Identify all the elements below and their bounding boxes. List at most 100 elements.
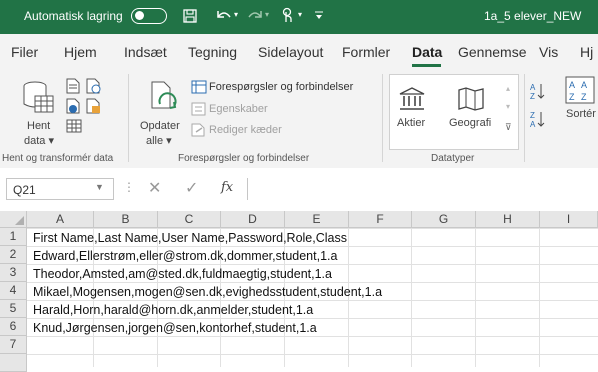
toggle-knob [135, 11, 144, 20]
cancel-entry-icon[interactable]: ✕ [148, 178, 161, 198]
column-header-a[interactable]: A [27, 211, 94, 228]
redo-icon [248, 11, 262, 18]
select-all-triangle-icon [15, 216, 24, 225]
chevron-down-icon[interactable]: ▼ [95, 182, 104, 192]
confirm-entry-icon[interactable]: ✓ [185, 178, 198, 198]
tab-draw[interactable]: Tegning [188, 44, 237, 60]
autosave-toggle[interactable] [131, 8, 167, 24]
from-table-icon[interactable] [66, 118, 82, 134]
row-header-6[interactable]: 6 [0, 318, 27, 336]
refresh-label1: Opdater [140, 120, 180, 132]
column-header-c[interactable]: C [158, 211, 221, 228]
tab-data[interactable]: Data [412, 44, 442, 60]
row-header-1[interactable]: 1 [0, 228, 27, 246]
from-text-icon[interactable] [66, 78, 80, 94]
tab-review[interactable]: Gennemse [458, 44, 526, 60]
svg-text:A: A [569, 80, 575, 90]
tab-help[interactable]: Hj [580, 44, 593, 60]
row-header-7[interactable]: 7 [0, 336, 27, 354]
sort-button[interactable]: Sortér [566, 108, 596, 120]
svg-text:Z: Z [530, 92, 535, 100]
insert-function-button[interactable]: fx [221, 180, 233, 195]
svg-text:A: A [581, 80, 587, 90]
svg-text:A: A [530, 83, 536, 92]
queries-connections-button[interactable]: Forespørgsler og forbindelser [209, 81, 353, 93]
autosave-label: Automatisk lagring [24, 9, 123, 23]
svg-text:A: A [530, 120, 536, 128]
sort-za-icon[interactable]: Z A [530, 110, 546, 128]
stocks-label: Aktier [397, 117, 426, 129]
svg-text:Z: Z [581, 92, 587, 102]
select-all-button[interactable] [0, 211, 27, 228]
cell-a6[interactable]: Knud,Jørgensen,jorgen@sen,kontorhef,stud… [33, 319, 317, 337]
tab-insert[interactable]: Indsæt [124, 44, 167, 60]
map-icon [458, 87, 484, 111]
formula-input[interactable] [247, 178, 598, 200]
column-header-h[interactable]: H [476, 211, 540, 228]
gallery-down-icon[interactable]: ▾ [506, 102, 510, 111]
edit-links-icon [191, 123, 205, 137]
ribbon-tabs: Filer Hjem Indsæt Tegning Sidelayout For… [0, 34, 598, 68]
row-header-3[interactable]: 3 [0, 264, 27, 282]
refresh-icon [151, 81, 177, 109]
column-header-b[interactable]: B [94, 211, 158, 228]
gridline [411, 228, 412, 367]
active-tab-indicator [412, 64, 441, 67]
customize-qat-icon[interactable] [315, 11, 323, 21]
column-header-g[interactable]: G [412, 211, 476, 228]
tab-page-layout[interactable]: Sidelayout [258, 44, 323, 60]
worksheet-grid[interactable]: A B C D E F G H I 1 2 3 4 5 6 7 First Na… [0, 211, 598, 372]
column-header-i[interactable]: I [540, 211, 598, 228]
cell-a4[interactable]: Mikael,Mogensen,mogen@sen.dk,evighedsstu… [33, 283, 382, 301]
tab-formulas[interactable]: Formler [342, 44, 390, 60]
svg-text:Z: Z [569, 92, 575, 102]
column-header-e[interactable]: E [285, 211, 349, 228]
row-header-8[interactable] [0, 354, 27, 372]
touch-dropdown-icon[interactable]: ▾ [298, 10, 302, 19]
bank-building-icon [399, 87, 425, 110]
column-header-d[interactable]: D [221, 211, 285, 228]
name-box-value: Q21 [13, 183, 36, 197]
tab-home[interactable]: Hjem [64, 44, 97, 60]
geography-label: Geografi [449, 117, 492, 129]
row-header-2[interactable]: 2 [0, 246, 27, 264]
sort-az-icon[interactable]: A Z [530, 82, 546, 100]
gallery-more-icon[interactable]: ⊽ [505, 122, 512, 133]
undo-icon[interactable] [214, 7, 232, 25]
properties-button[interactable]: Egenskaber [209, 103, 268, 115]
cell-a1[interactable]: First Name,Last Name,User Name,Password,… [33, 229, 347, 247]
group-label-get-transform: Hent og transformér data [2, 153, 114, 164]
redo-dropdown-icon: ▾ [265, 10, 270, 19]
name-box[interactable]: Q21 ▼ [6, 178, 114, 200]
cell-a2[interactable]: Edward,Ellerstrøm,eller@strom.dk,dommer,… [33, 247, 337, 265]
cell-a5[interactable]: Harald,Horn,harald@horn.dk,anmelder,stud… [33, 301, 313, 319]
from-web-icon[interactable] [66, 98, 82, 114]
properties-icon [191, 102, 206, 116]
queries-connections-icon [191, 80, 207, 94]
gridline [475, 228, 476, 367]
title-bar: Automatisk lagring ▾ ▾ ▾ 1a_5 elever_NEW [0, 0, 598, 34]
edit-links-button[interactable]: Rediger kæder [209, 124, 282, 136]
recent-sources-icon[interactable] [86, 78, 102, 94]
gallery-up-icon[interactable]: ▴ [506, 84, 510, 93]
sort-dialog-icon[interactable]: A A Z Z [565, 76, 595, 104]
row-header-4[interactable]: 4 [0, 282, 27, 300]
column-header-f[interactable]: F [349, 211, 412, 228]
save-icon[interactable] [183, 9, 197, 23]
document-title: 1a_5 elever_NEW [484, 9, 582, 23]
refresh-label2: alle ▾ [146, 135, 172, 147]
formula-bar: Q21 ▼ ⋮ ✕ ✓ fx [0, 168, 598, 208]
row-header-5[interactable]: 5 [0, 300, 27, 318]
tab-file[interactable]: Filer [11, 44, 38, 60]
get-data-label1: Hent [27, 120, 51, 132]
svg-text:Z: Z [530, 111, 535, 120]
undo-dropdown-icon[interactable]: ▾ [234, 10, 238, 19]
touch-mode-icon[interactable] [279, 7, 295, 25]
existing-connections-icon[interactable] [86, 98, 102, 114]
get-data-icon [23, 81, 54, 113]
group-separator [128, 74, 129, 162]
group-label-datatypes: Datatyper [431, 153, 475, 164]
tab-view[interactable]: Vis [539, 44, 558, 60]
cell-a3[interactable]: Theodor,Amsted,am@sted.dk,fuldmaegtig,st… [33, 265, 332, 283]
ribbon: Hent data ▾ Hent og transformér data Opd… [0, 68, 598, 169]
